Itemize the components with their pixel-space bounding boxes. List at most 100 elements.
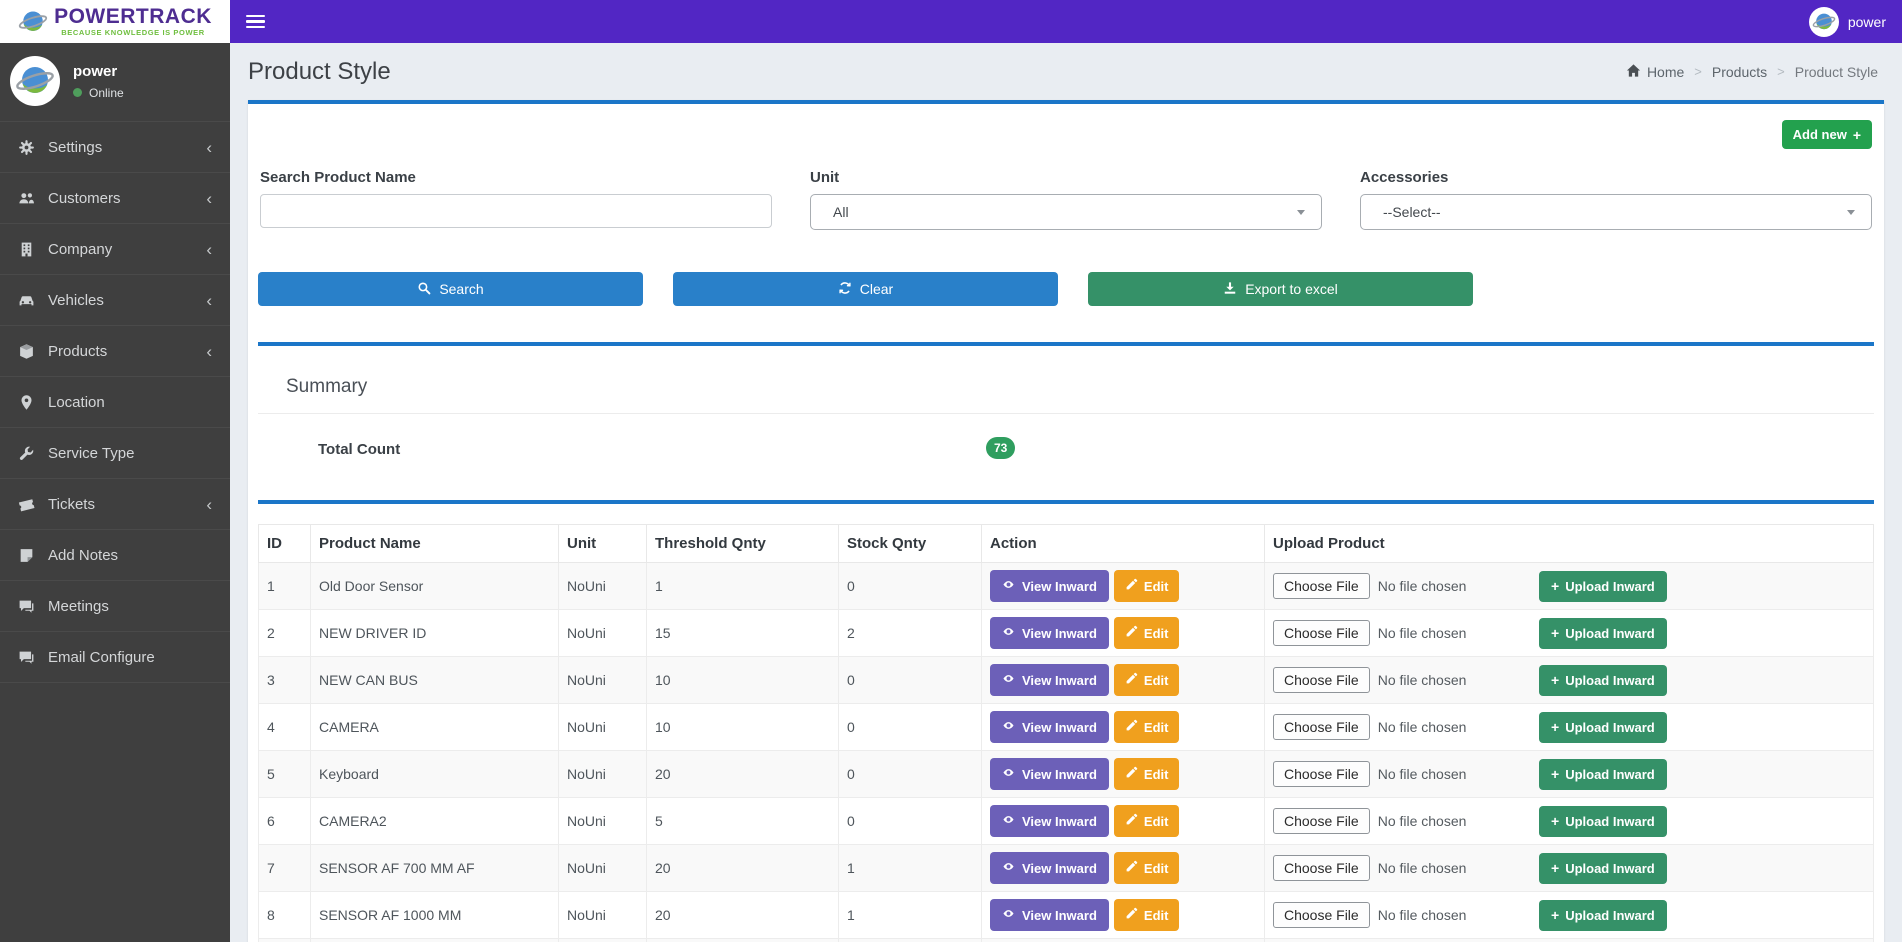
topbar-user-menu[interactable]: power (1809, 7, 1886, 37)
plus-icon: + (1551, 626, 1559, 640)
breadcrumb-current: Product Style (1795, 64, 1878, 80)
app-window: POWERTRACK BECAUSE KNOWLEDGE IS POWER po… (0, 0, 1902, 942)
breadcrumb-home[interactable]: Home (1626, 63, 1684, 81)
edit-button[interactable]: Edit (1114, 617, 1180, 649)
cell-threshold: 20 (647, 939, 839, 942)
cell-unit: NoUni (559, 798, 647, 845)
choose-file-button[interactable]: Choose File (1273, 573, 1370, 599)
choose-file-button[interactable]: Choose File (1273, 808, 1370, 834)
cell-id: 5 (259, 751, 311, 798)
edit-button[interactable]: Edit (1114, 805, 1180, 837)
breadcrumb-separator: > (1694, 64, 1702, 79)
view-inward-button[interactable]: View Inward (990, 664, 1109, 696)
cell-stock: 0 (839, 704, 982, 751)
file-input[interactable]: Choose File No file chosen (1273, 714, 1525, 740)
sidebar-item-customers[interactable]: Customers ‹ (0, 173, 230, 224)
upload-inward-button[interactable]: + Upload Inward (1539, 759, 1667, 790)
summary-divider (258, 413, 1874, 414)
view-inward-button[interactable]: View Inward (990, 758, 1109, 790)
search-product-input[interactable] (260, 194, 772, 228)
eye-icon (1002, 766, 1015, 782)
add-new-button[interactable]: Add new + (1782, 120, 1872, 149)
sidebar-item-add-notes[interactable]: Add Notes ‹ (0, 530, 230, 581)
sidebar-item-products[interactable]: Products ‹ (0, 326, 230, 377)
upload-inward-button[interactable]: + Upload Inward (1539, 806, 1667, 837)
chevron-left-icon: ‹ (206, 292, 212, 309)
edit-button[interactable]: Edit (1114, 711, 1180, 743)
accessories-select[interactable]: --Select-- (1360, 194, 1872, 230)
choose-file-button[interactable]: Choose File (1273, 902, 1370, 928)
online-dot-icon (73, 88, 82, 97)
brand-logo[interactable]: POWERTRACK BECAUSE KNOWLEDGE IS POWER (0, 0, 230, 43)
edit-button[interactable]: Edit (1114, 570, 1180, 602)
file-input[interactable]: Choose File No file chosen (1273, 761, 1525, 787)
breadcrumb-products[interactable]: Products (1712, 64, 1767, 80)
edit-button[interactable]: Edit (1114, 899, 1180, 931)
hamburger-menu-icon[interactable] (246, 12, 270, 32)
eye-icon (1002, 813, 1015, 829)
choose-file-button[interactable]: Choose File (1273, 620, 1370, 646)
file-input[interactable]: Choose File No file chosen (1273, 808, 1525, 834)
chevron-left-icon: ‹ (206, 496, 212, 513)
edit-button[interactable]: Edit (1114, 664, 1180, 696)
refresh-icon (838, 281, 852, 298)
sidebar-item-email-configure[interactable]: Email Configure ‹ (0, 632, 230, 683)
total-count-badge: 73 (986, 437, 1015, 459)
upload-inward-button[interactable]: + Upload Inward (1539, 618, 1667, 649)
file-input[interactable]: Choose File No file chosen (1273, 667, 1525, 693)
file-input[interactable]: Choose File No file chosen (1273, 855, 1525, 881)
table-header-row: ID Product Name Unit Threshold Qnty Stoc… (259, 525, 1874, 563)
pencil-icon (1125, 813, 1138, 829)
view-inward-button[interactable]: View Inward (990, 617, 1109, 649)
view-inward-button[interactable]: View Inward (990, 852, 1109, 884)
view-inward-button[interactable]: View Inward (990, 711, 1109, 743)
edit-button[interactable]: Edit (1114, 758, 1180, 790)
choose-file-button[interactable]: Choose File (1273, 667, 1370, 693)
clear-button[interactable]: Clear (673, 272, 1058, 306)
choose-file-button[interactable]: Choose File (1273, 714, 1370, 740)
sidebar-item-service-type[interactable]: Service Type ‹ (0, 428, 230, 479)
view-inward-button[interactable]: View Inward (990, 899, 1109, 931)
wrench-icon (18, 445, 35, 462)
file-input[interactable]: Choose File No file chosen (1273, 902, 1525, 928)
sidebar: power Online Settings ‹ Customers ‹ (0, 43, 230, 942)
upload-inward-button[interactable]: + Upload Inward (1539, 900, 1667, 931)
upload-inward-button[interactable]: + Upload Inward (1539, 665, 1667, 696)
cell-threshold: 10 (647, 704, 839, 751)
sidebar-item-tickets[interactable]: Tickets ‹ (0, 479, 230, 530)
plus-icon: + (1551, 673, 1559, 687)
view-inward-button[interactable]: View Inward (990, 570, 1109, 602)
upload-inward-button[interactable]: + Upload Inward (1539, 571, 1667, 602)
file-input[interactable]: Choose File No file chosen (1273, 573, 1525, 599)
export-excel-button[interactable]: Export to excel (1088, 272, 1473, 306)
cell-stock: 1 (839, 939, 982, 942)
plus-icon: + (1551, 814, 1559, 828)
sidebar-item-company[interactable]: Company ‹ (0, 224, 230, 275)
search-button[interactable]: Search (258, 272, 643, 306)
view-inward-button[interactable]: View Inward (990, 805, 1109, 837)
accessories-selected-value: --Select-- (1383, 204, 1441, 220)
upload-inward-button[interactable]: + Upload Inward (1539, 712, 1667, 743)
cell-id: 6 (259, 798, 311, 845)
pencil-icon (1125, 578, 1138, 594)
cell-id: 2 (259, 610, 311, 657)
file-input[interactable]: Choose File No file chosen (1273, 620, 1525, 646)
chevron-left-icon: ‹ (206, 139, 212, 156)
sidebar-item-location[interactable]: Location ‹ (0, 377, 230, 428)
edit-button[interactable]: Edit (1114, 852, 1180, 884)
cell-id: 4 (259, 704, 311, 751)
choose-file-button[interactable]: Choose File (1273, 855, 1370, 881)
sidebar-item-settings[interactable]: Settings ‹ (0, 122, 230, 173)
sidebar-item-meetings[interactable]: Meetings ‹ (0, 581, 230, 632)
cell-unit: NoUni (559, 892, 647, 939)
unit-selected-value: All (833, 204, 849, 220)
unit-select[interactable]: All (810, 194, 1322, 230)
cell-product-name: NEW CAN BUS (311, 657, 559, 704)
filter-bar: Search Product Name Unit All Accessories… (258, 169, 1874, 230)
choose-file-button[interactable]: Choose File (1273, 761, 1370, 787)
no-file-chosen-label: No file chosen (1378, 578, 1467, 594)
col-header-action: Action (982, 525, 1265, 563)
upload-inward-button[interactable]: + Upload Inward (1539, 853, 1667, 884)
unit-label: Unit (810, 169, 1322, 186)
sidebar-item-vehicles[interactable]: Vehicles ‹ (0, 275, 230, 326)
